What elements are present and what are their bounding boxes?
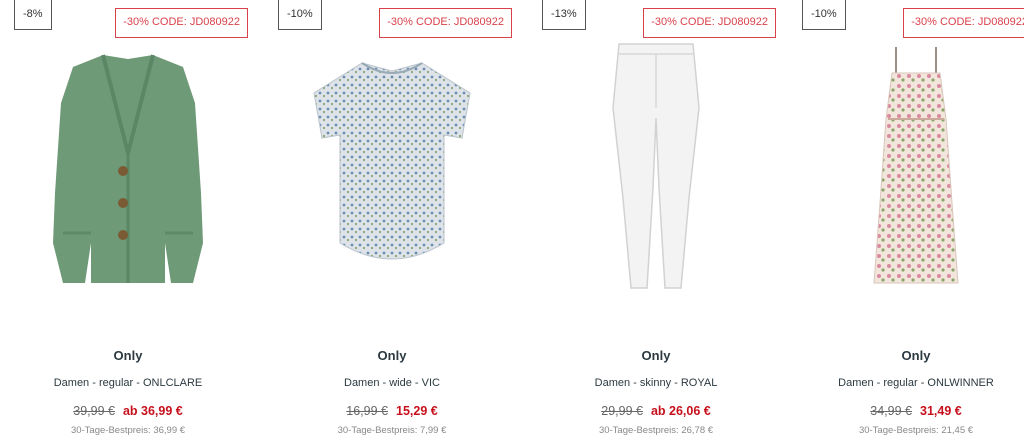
old-price: 34,99 €: [870, 404, 912, 418]
product-grid: -8% -30% CODE: JD080922 Only Damen - reg…: [0, 0, 1024, 442]
white-jeans-icon: [612, 43, 700, 289]
floral-maxi-dress-icon: [873, 47, 959, 284]
product-brand[interactable]: Only: [528, 348, 784, 363]
sale-price: 31,49 €: [920, 404, 962, 418]
old-price: 29,99 €: [601, 404, 643, 418]
reference-price: 30-Tage-Bestpreis: 26,78 €: [598, 425, 714, 436]
sale-price: ab 26,06 €: [650, 404, 711, 418]
sale-price: 15,29 €: [396, 404, 438, 418]
product-card[interactable]: -10% -30% CODE: JD080922 Only Damen - wi…: [264, 0, 520, 442]
product-image[interactable]: [264, 38, 520, 298]
sale-price: ab 36,99 €: [122, 404, 183, 418]
product-image[interactable]: [788, 38, 1024, 298]
product-brand[interactable]: Only: [0, 348, 256, 363]
price-row: 39,99 € ab 36,99 €: [0, 404, 256, 418]
promo-code-badge: -30% CODE: JD080922: [115, 8, 248, 38]
product-description[interactable]: Damen - skinny - ROYAL: [528, 377, 784, 389]
product-brand[interactable]: Only: [788, 348, 1024, 363]
reference-price: 30-Tage-Bestpreis: 7,99 €: [337, 425, 447, 436]
product-image[interactable]: [0, 38, 256, 298]
price-row: 34,99 € 31,49 €: [788, 404, 1024, 418]
price-row: 29,99 € ab 26,06 €: [528, 404, 784, 418]
discount-badge: -10%: [278, 0, 322, 30]
discount-badge: -10%: [802, 0, 846, 30]
price-row: 16,99 € 15,29 €: [264, 404, 520, 418]
product-card[interactable]: -10% -30% CODE: JD080922 Only Damen - re…: [788, 0, 1024, 442]
product-image[interactable]: [528, 38, 784, 298]
old-price: 16,99 €: [346, 404, 388, 418]
product-card[interactable]: -8% -30% CODE: JD080922 Only Damen - reg…: [0, 0, 256, 442]
product-brand[interactable]: Only: [264, 348, 520, 363]
green-cardigan-icon: [53, 54, 203, 283]
floral-blouse-icon: [313, 62, 471, 260]
product-description[interactable]: Damen - regular - ONLCLARE: [0, 377, 256, 389]
discount-badge: -13%: [542, 0, 586, 30]
reference-price: 30-Tage-Bestpreis: 36,99 €: [70, 425, 186, 436]
old-price: 39,99 €: [73, 404, 115, 418]
promo-code-badge: -30% CODE: JD080922: [903, 8, 1024, 38]
product-description[interactable]: Damen - wide - VIC: [264, 377, 520, 389]
discount-badge: -8%: [14, 0, 52, 30]
reference-price: 30-Tage-Bestpreis: 21,45 €: [858, 425, 974, 436]
promo-code-badge: -30% CODE: JD080922: [379, 8, 512, 38]
product-description[interactable]: Damen - regular - ONLWINNER: [788, 377, 1024, 389]
product-card[interactable]: -13% -30% CODE: JD080922 Only Damen - sk…: [528, 0, 784, 442]
promo-code-badge: -30% CODE: JD080922: [643, 8, 776, 38]
